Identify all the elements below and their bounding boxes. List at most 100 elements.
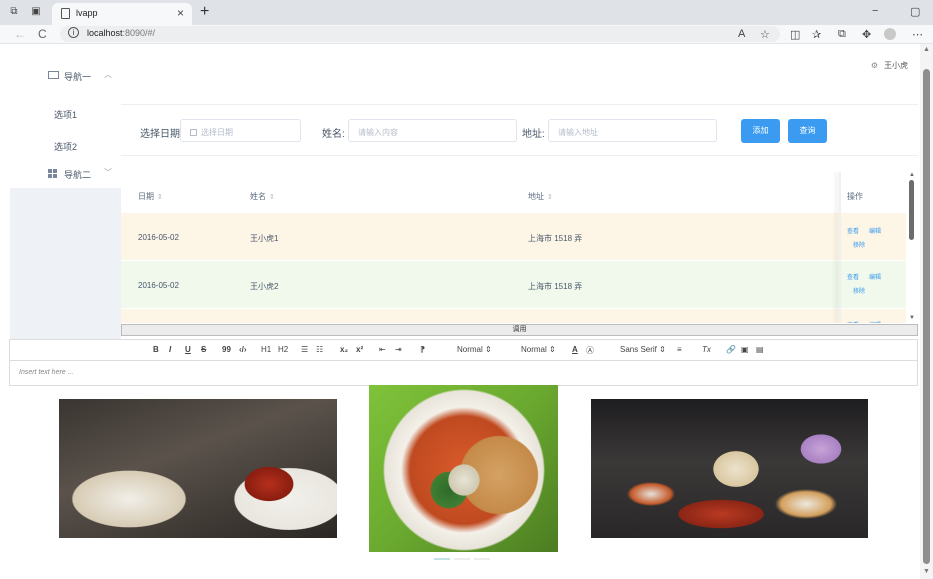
header1-button[interactable]: H1: [261, 345, 271, 354]
read-aloud-icon[interactable]: A: [738, 28, 745, 40]
underline-button[interactable]: U: [185, 345, 191, 354]
gear-icon[interactable]: ⚙: [871, 61, 878, 70]
date-label: 选择日期:: [140, 129, 183, 140]
url-host: localhost: [87, 28, 123, 38]
seafood-table-photo[interactable]: [591, 399, 868, 538]
address-label: 地址:: [522, 129, 545, 140]
subscript-button[interactable]: x₂: [340, 345, 348, 354]
superscript-button[interactable]: x²: [356, 345, 363, 354]
cell-name: 王小虎1: [250, 234, 279, 243]
carousel-indicator[interactable]: [474, 558, 490, 560]
table-row: 2016-05-02 王小虎1 上海市 1518 弄 查看 编辑 移除: [121, 213, 906, 260]
add-button[interactable]: 添加: [741, 119, 780, 143]
sidebar-menu: 导航一 ︿ 选项1 选项2 导航二 ﹀: [10, 58, 121, 339]
remove-link[interactable]: 移除: [853, 240, 865, 249]
header2-button[interactable]: H2: [278, 345, 288, 354]
browser-tab[interactable]: lvapp ×: [52, 3, 192, 25]
minimize-button[interactable]: −: [872, 5, 878, 17]
address-input[interactable]: 请输入地址: [548, 119, 717, 142]
page-scrollbar[interactable]: ▲ ▼: [920, 44, 933, 579]
bold-button[interactable]: B: [153, 345, 159, 354]
blockquote-button[interactable]: 99: [222, 345, 231, 354]
clear-format-button[interactable]: Tx: [702, 345, 711, 354]
address-bar: ← C i localhost:8090/#/ A ☆ ◫ ✰ ⧉ ✥ ⋯: [0, 25, 933, 44]
menu-nav2[interactable]: 导航二 ﹀: [10, 158, 121, 188]
sort-icon[interactable]: ⇕: [547, 194, 553, 201]
align-button[interactable]: ≡: [677, 345, 682, 354]
edit-link[interactable]: 编辑: [869, 272, 881, 281]
font-color-button[interactable]: A: [572, 345, 578, 354]
scroll-down-icon[interactable]: ▼: [923, 568, 930, 575]
italic-button[interactable]: I: [169, 345, 171, 354]
user-info[interactable]: ⚙ 王小虎: [871, 60, 908, 71]
tab-actions-icon[interactable]: ▣: [30, 6, 42, 18]
direction-button[interactable]: ⁋: [420, 345, 425, 354]
header-select[interactable]: Normal ⇕: [457, 345, 492, 354]
column-header-date[interactable]: 日期 ⇕: [138, 191, 163, 202]
url-field[interactable]: i localhost:8090/#/: [60, 26, 780, 42]
menu-option1[interactable]: 选项1: [10, 98, 121, 128]
size-select[interactable]: Normal ⇕: [521, 345, 556, 354]
view-link[interactable]: 查看: [847, 226, 859, 235]
page-scroll-thumb[interactable]: [923, 69, 930, 564]
query-button[interactable]: 查询: [788, 119, 827, 143]
view-link[interactable]: 查看: [847, 272, 859, 281]
rich-text-editor: B I U S 99 ‹/› H1 H2 ☰ ☷ x₂ x² ⇤ ⇥ ⁋ Nor…: [9, 339, 918, 386]
ordered-list-button[interactable]: ☰: [301, 345, 308, 354]
more-menu-icon[interactable]: ⋯: [912, 28, 923, 41]
extensions-icon[interactable]: ✥: [862, 28, 871, 41]
cell-address: 上海市 1518 弄: [528, 234, 583, 243]
favorite-star-icon[interactable]: ☆: [760, 28, 770, 41]
scroll-up-icon[interactable]: ▲: [909, 172, 915, 178]
menu-nav1-label: 导航一: [64, 72, 92, 82]
close-tab-icon[interactable]: ×: [177, 6, 184, 20]
image-button[interactable]: ▣: [741, 345, 749, 354]
date-picker[interactable]: 选择日期: [180, 119, 301, 142]
table-scroll-thumb[interactable]: [909, 180, 914, 240]
collections-icon[interactable]: ⧉: [838, 28, 846, 41]
video-button[interactable]: ▤: [756, 345, 764, 354]
carousel-indicator-active[interactable]: [434, 558, 450, 560]
scroll-down-icon[interactable]: ▼: [909, 315, 915, 321]
reload-button[interactable]: C: [38, 27, 47, 41]
edit-link[interactable]: 编辑: [869, 320, 881, 323]
scroll-up-icon[interactable]: ▲: [923, 46, 930, 53]
profile-avatar[interactable]: [884, 28, 896, 40]
data-table: 日期 ⇕ 姓名 ⇕ 地址 ⇕ 操作 2016-05-02 王小虎1 上海市 1518 …: [121, 172, 906, 323]
code-block-button[interactable]: ‹/›: [239, 345, 247, 354]
noodle-soup-photo[interactable]: [369, 385, 558, 552]
envelope-icon: [48, 71, 59, 79]
table-row: 2016-05-02 王小虎2 上海市 1518 弄 查看 编辑 移除: [121, 261, 906, 308]
sort-icon[interactable]: ⇕: [269, 194, 275, 201]
workspaces-icon[interactable]: ⧉: [8, 6, 20, 18]
menu-option2-label: 选项2: [54, 142, 78, 152]
view-link[interactable]: 查看: [847, 320, 859, 323]
cell-date: 2016-05-02: [138, 233, 179, 242]
outdent-button[interactable]: ⇤: [379, 345, 386, 354]
site-info-icon[interactable]: i: [68, 27, 79, 38]
new-tab-button[interactable]: +: [200, 3, 209, 21]
favorites-icon[interactable]: ✰: [812, 28, 821, 41]
split-screen-icon[interactable]: ◫: [790, 28, 800, 41]
link-button[interactable]: 🔗: [726, 345, 736, 354]
restore-button[interactable]: ▢: [910, 5, 920, 18]
menu-option2[interactable]: 选项2: [10, 130, 121, 160]
indent-button[interactable]: ⇥: [395, 345, 402, 354]
strike-button[interactable]: S: [201, 345, 206, 354]
menu-nav1[interactable]: 导航一 ︿: [10, 60, 121, 90]
sort-icon[interactable]: ⇕: [157, 194, 163, 201]
back-button[interactable]: ←: [14, 27, 26, 41]
edit-link[interactable]: 编辑: [869, 226, 881, 235]
table-scrollbar[interactable]: ▲ ▼: [906, 172, 918, 323]
column-header-name[interactable]: 姓名 ⇕: [250, 191, 275, 202]
carousel-indicator[interactable]: [454, 558, 470, 560]
name-input[interactable]: 请输入内容: [348, 119, 517, 142]
column-header-address[interactable]: 地址 ⇕: [528, 191, 553, 202]
resize-bar[interactable]: 调用: [121, 324, 918, 336]
font-select[interactable]: Sans Serif ⇕: [620, 345, 666, 354]
background-color-button[interactable]: Ⓐ: [586, 345, 594, 356]
editor-content[interactable]: Insert text here ...: [19, 369, 73, 376]
crawfish-plate-photo[interactable]: [59, 399, 337, 538]
remove-link[interactable]: 移除: [853, 286, 865, 295]
bullet-list-button[interactable]: ☷: [316, 345, 323, 354]
